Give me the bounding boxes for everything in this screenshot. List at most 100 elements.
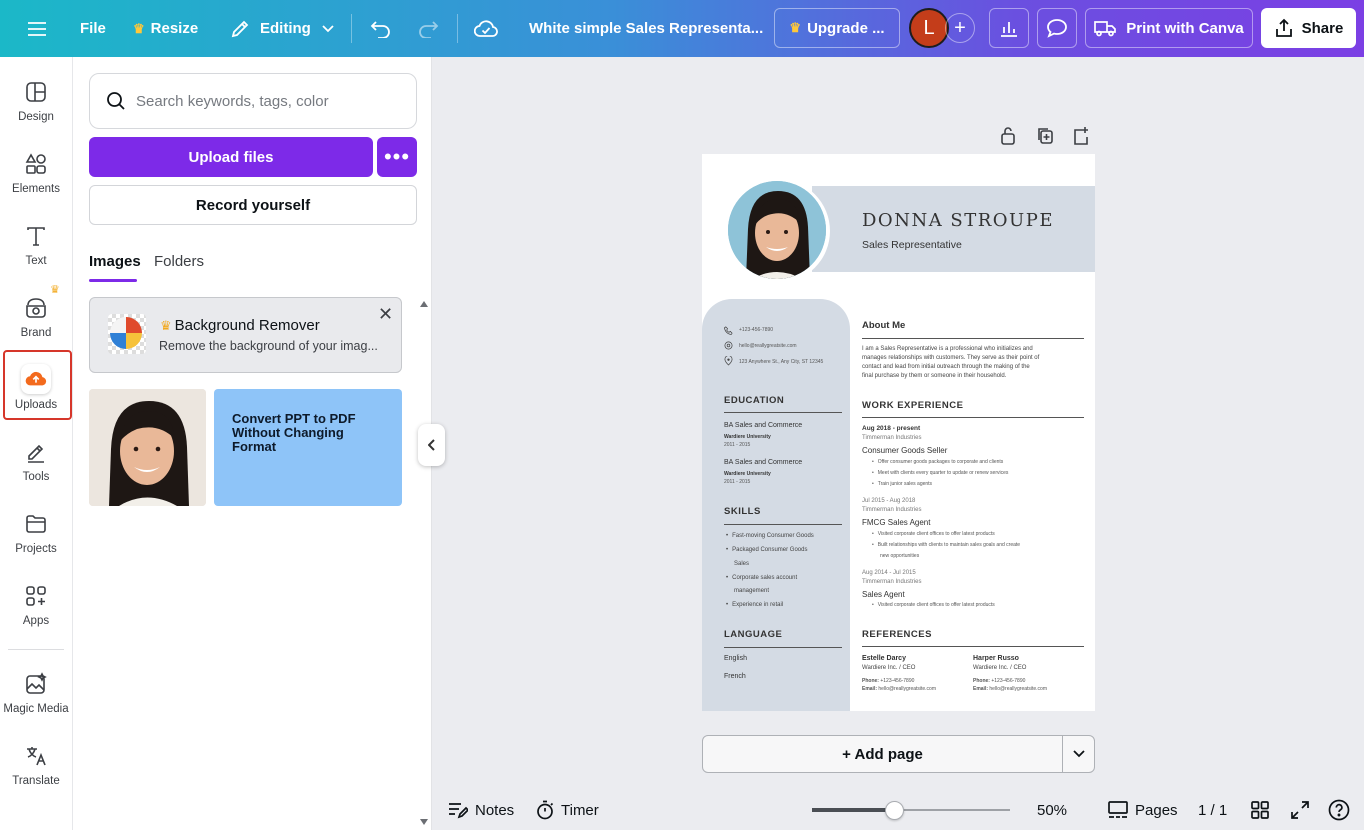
resize-button[interactable]: ♛ Resize xyxy=(133,0,198,57)
comments-button[interactable] xyxy=(1037,8,1077,48)
tab-images[interactable]: Images xyxy=(89,253,141,270)
page-counter[interactable]: 1 / 1 xyxy=(1198,796,1227,824)
pages-button[interactable]: Pages xyxy=(1108,796,1178,824)
rail-label: Tools xyxy=(22,471,50,483)
crown-icon: ♛ xyxy=(789,20,802,35)
promo-title: ♛ Background Remover xyxy=(160,317,320,334)
insights-button[interactable] xyxy=(989,8,1029,48)
toolbar-divider xyxy=(457,14,458,43)
rail-label: Elements xyxy=(12,183,60,195)
skills-heading: SKILLS xyxy=(724,506,761,517)
magic-image-icon xyxy=(26,672,47,694)
upgrade-label: Upgrade ... xyxy=(807,19,885,37)
rail-item-elements[interactable]: Elements xyxy=(0,129,72,199)
fullscreen-button[interactable] xyxy=(1291,796,1309,824)
upgrade-button[interactable]: ♛ Upgrade ... xyxy=(774,8,900,48)
user-avatar[interactable]: L xyxy=(909,8,949,48)
duplicate-page-button[interactable] xyxy=(1036,126,1054,151)
ref2-email: hello@reallygreatsite.com xyxy=(989,686,1048,692)
beach-ball-icon xyxy=(110,317,142,349)
redo-button[interactable] xyxy=(417,0,439,57)
rail-item-apps[interactable]: Apps xyxy=(0,561,72,631)
background-remover-thumbnail xyxy=(108,314,146,354)
rail-item-design[interactable]: Design xyxy=(0,57,72,127)
redo-icon xyxy=(419,20,439,38)
search-input[interactable] xyxy=(136,92,396,110)
section-rule xyxy=(724,524,842,525)
share-upload-icon xyxy=(1275,18,1292,37)
tab-folders[interactable]: Folders xyxy=(154,253,204,270)
more-upload-options-button[interactable]: ••• xyxy=(377,137,417,177)
editing-label: Editing xyxy=(260,20,311,37)
grid-view-button[interactable] xyxy=(1251,796,1269,824)
chevron-left-icon xyxy=(427,439,435,451)
add-page-options-button[interactable] xyxy=(1062,735,1095,773)
scroll-up-arrow-icon xyxy=(420,301,428,307)
ref2-role: Wardiere Inc. / CEO xyxy=(973,665,1027,671)
at-sign-icon xyxy=(724,341,733,350)
resume-name[interactable]: DONNA STROUPE xyxy=(862,210,1054,231)
notes-label: Notes xyxy=(475,801,515,819)
rail-item-brand[interactable]: Brand xyxy=(0,273,72,343)
search-box[interactable] xyxy=(89,73,417,129)
scroll-down-arrow-icon xyxy=(420,819,428,825)
pages-icon xyxy=(1108,801,1128,818)
edu1-years: 2011 - 2015 xyxy=(724,442,751,448)
location-pin-icon xyxy=(724,356,733,366)
job-bullet-cont: new opportunities xyxy=(880,553,920,559)
language-item: English xyxy=(724,655,747,662)
ref2-phone: +123-456-7890 xyxy=(991,678,1026,684)
convert-ppt-text: Convert PPT to PDF Without Changing Form… xyxy=(232,411,356,454)
rail-label: Translate xyxy=(12,775,60,787)
resume-page[interactable]: DONNA STROUPE Sales Representative +123-… xyxy=(702,154,1095,711)
close-icon[interactable]: ✕ xyxy=(378,304,393,325)
timer-button[interactable]: Timer xyxy=(536,796,599,824)
editing-mode-dropdown[interactable]: Editing xyxy=(230,0,335,57)
record-yourself-button[interactable]: Record yourself xyxy=(89,185,417,225)
save-status-button[interactable] xyxy=(474,0,498,57)
collapse-panel-button[interactable] xyxy=(418,424,445,466)
menu-button[interactable] xyxy=(27,0,47,57)
uploaded-photo-thumbnail[interactable] xyxy=(89,389,206,506)
job-company: Timmerman Industries xyxy=(862,507,922,513)
pen-tools-icon xyxy=(28,444,44,463)
notes-button[interactable]: Notes xyxy=(448,796,514,824)
lock-page-button[interactable] xyxy=(999,126,1017,151)
zoom-level[interactable]: 50% xyxy=(1037,796,1067,824)
rail-item-projects[interactable]: Projects xyxy=(0,489,72,559)
design-title[interactable]: White simple Sales Representa... xyxy=(529,0,763,57)
rail-item-text[interactable]: Text xyxy=(0,201,72,271)
help-button[interactable] xyxy=(1328,796,1350,824)
notes-icon xyxy=(449,803,468,819)
profile-photo[interactable] xyxy=(728,181,826,279)
contact-email: hello@reallygreatsite.com xyxy=(739,343,797,349)
job-date: Aug 2014 - Jul 2015 xyxy=(862,570,916,576)
section-rule xyxy=(724,647,842,648)
add-collaborator-button[interactable]: + xyxy=(945,13,975,43)
undo-button[interactable] xyxy=(370,0,392,57)
skill-item: Fast-moving Consumer Goods xyxy=(726,533,814,539)
upload-files-button[interactable]: Upload files xyxy=(89,137,373,177)
job-bullet: Meet with clients every quarter to updat… xyxy=(872,470,1009,476)
print-with-canva-button[interactable]: Print with Canva xyxy=(1085,8,1253,48)
about-text: contact and lead from initial outreach t… xyxy=(862,364,1030,370)
zoom-slider-handle[interactable] xyxy=(885,801,905,820)
about-text: manages relationships with customers. Th… xyxy=(862,355,1040,361)
woman-portrait-image xyxy=(728,181,826,279)
file-menu[interactable]: File xyxy=(80,0,106,57)
resume-role[interactable]: Sales Representative xyxy=(862,239,962,251)
pages-label: Pages xyxy=(1135,801,1178,819)
bar-chart-icon xyxy=(1001,22,1017,37)
add-page-top-button[interactable] xyxy=(1072,126,1090,151)
rail-item-tools[interactable]: Tools xyxy=(0,417,72,487)
convert-ppt-card[interactable]: Convert PPT to PDF Without Changing Form… xyxy=(214,389,402,506)
rail-item-magic-media[interactable]: Magic Media xyxy=(0,649,72,719)
language-heading: LANGUAGE xyxy=(724,629,783,640)
add-page-button[interactable]: + Add page xyxy=(702,735,1063,773)
rail-item-translate[interactable]: Translate xyxy=(0,721,72,791)
background-remover-promo[interactable]: ♛ Background Remover Remove the backgroun… xyxy=(89,297,402,373)
translate-icon xyxy=(27,747,46,766)
panel-scrollbar[interactable] xyxy=(420,297,428,827)
share-button[interactable]: Share xyxy=(1261,8,1356,48)
about-heading: About Me xyxy=(862,320,906,331)
